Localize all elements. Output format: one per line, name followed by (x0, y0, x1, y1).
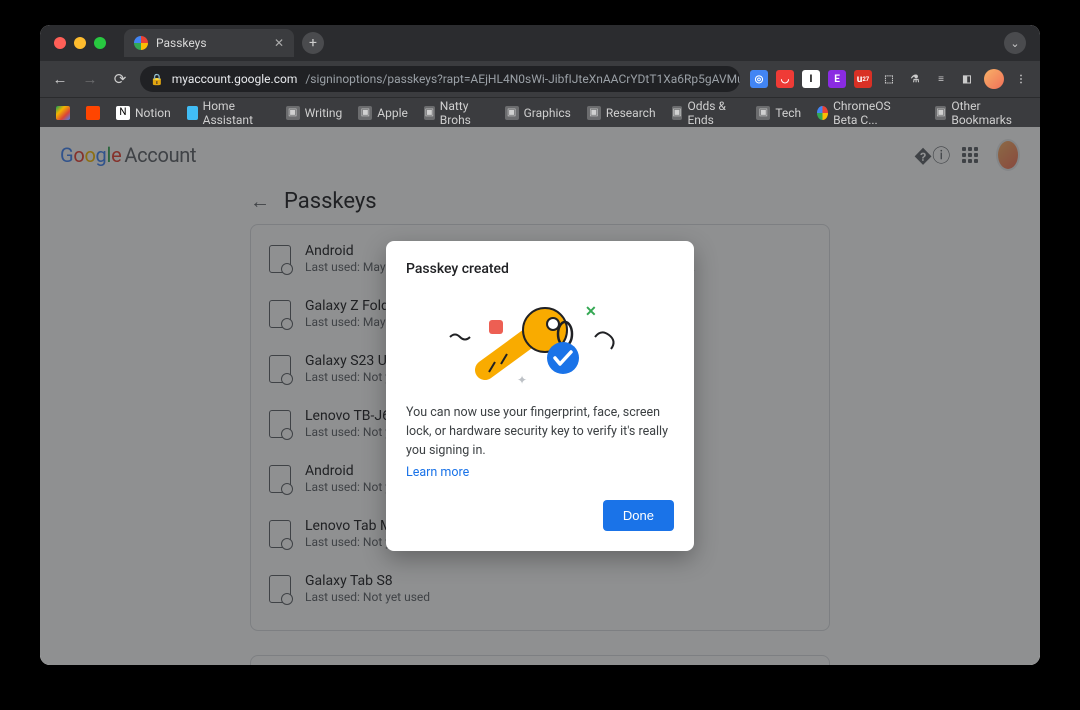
browser-window: Passkeys ✕ + ⌄ ← → ⟳ 🔒 myaccount.google.… (40, 25, 1040, 665)
bookmark-folder[interactable]: ▣Natty Brohs (418, 96, 495, 130)
modal-title: Passkey created (406, 261, 674, 277)
bookmark-folder[interactable]: ▣Research (581, 103, 662, 123)
maximize-window-button[interactable] (94, 37, 106, 49)
profile-avatar[interactable] (984, 69, 1004, 89)
tab-title: Passkeys (156, 36, 207, 50)
tab-favicon (134, 36, 148, 50)
forward-button[interactable]: → (80, 70, 100, 88)
bookmark-item[interactable]: ChromeOS Beta C... (811, 96, 921, 130)
extension-icon[interactable]: I (802, 70, 820, 88)
notion-icon: N (116, 106, 130, 120)
modal-overlay[interactable]: Passkey created ✕ (40, 127, 1040, 665)
svg-text:✕: ✕ (585, 304, 597, 320)
extension-icon[interactable]: u27 (854, 70, 872, 88)
bookmark-icon (86, 106, 100, 120)
extension-icon[interactable]: E (828, 70, 846, 88)
extension-icon[interactable]: ◎ (750, 70, 768, 88)
bookmark-folder[interactable]: ▣Writing (280, 103, 349, 123)
titlebar: Passkeys ✕ + ⌄ (40, 25, 1040, 61)
extensions: ◎ ◡ I E u27 ⬚ ⚗ ≡ ◧ ⋮ (750, 69, 1030, 89)
other-bookmarks[interactable]: ▣Other Bookmarks (929, 96, 1030, 130)
reading-list-icon[interactable]: ≡ (932, 70, 950, 88)
new-tab-button[interactable]: + (302, 32, 324, 54)
back-button[interactable]: ← (50, 70, 70, 88)
reload-button[interactable]: ⟳ (110, 70, 130, 88)
close-tab-button[interactable]: ✕ (274, 36, 284, 50)
minimize-window-button[interactable] (74, 37, 86, 49)
passkey-created-modal: Passkey created ✕ (386, 241, 694, 550)
toolbar: ← → ⟳ 🔒 myaccount.google.com/signinoptio… (40, 61, 1040, 97)
folder-icon: ▣ (672, 106, 683, 120)
folder-icon: ▣ (424, 106, 435, 120)
bookmark-item[interactable] (80, 103, 106, 123)
menu-icon[interactable]: ⋮ (1012, 70, 1030, 88)
chrome-icon (817, 106, 828, 120)
page-content: GoogleAccount �ⓘ ← Passkeys AndroidLast … (40, 127, 1040, 665)
url-path: /signinoptions/passkeys?rapt=AEjHL4N0sWi… (305, 72, 740, 86)
folder-icon: ▣ (935, 106, 946, 120)
bookmark-folder[interactable]: ▣Graphics (499, 103, 577, 123)
browser-tab[interactable]: Passkeys ✕ (124, 29, 294, 57)
bookmark-item[interactable]: Home Assistant (181, 96, 276, 130)
done-button[interactable]: Done (603, 500, 674, 531)
folder-icon: ▣ (587, 106, 601, 120)
folder-icon: ▣ (358, 106, 372, 120)
address-bar[interactable]: 🔒 myaccount.google.com/signinoptions/pas… (140, 66, 740, 92)
tab-overflow-button[interactable]: ⌄ (1004, 32, 1026, 54)
svg-text:✦: ✦ (517, 373, 527, 387)
bookmark-item[interactable]: NNotion (110, 103, 177, 123)
bookmarks-bar: NNotion Home Assistant ▣Writing ▣Apple ▣… (40, 97, 1040, 127)
folder-icon: ▣ (286, 106, 300, 120)
bookmark-folder[interactable]: ▣Apple (352, 103, 414, 123)
url-host: myaccount.google.com (172, 72, 298, 86)
modal-illustration: ✕ ✦ (406, 289, 674, 394)
bookmark-folder[interactable]: ▣Tech (750, 103, 807, 123)
sidepanel-icon[interactable]: ◧ (958, 70, 976, 88)
home-assistant-icon (187, 106, 198, 120)
bookmark-item[interactable] (50, 103, 76, 123)
drive-icon (56, 106, 70, 120)
modal-body: You can now use your fingerprint, face, … (406, 404, 674, 460)
close-window-button[interactable] (54, 37, 66, 49)
learn-more-link[interactable]: Learn more (406, 465, 469, 480)
folder-icon: ▣ (505, 106, 519, 120)
window-controls (54, 37, 106, 49)
labs-icon[interactable]: ⚗ (906, 70, 924, 88)
bookmark-folder[interactable]: ▣Odds & Ends (666, 96, 747, 130)
lock-icon: 🔒 (150, 73, 164, 86)
folder-icon: ▣ (756, 106, 770, 120)
extensions-menu-icon[interactable]: ⬚ (880, 70, 898, 88)
pocket-extension-icon[interactable]: ◡ (776, 70, 794, 88)
